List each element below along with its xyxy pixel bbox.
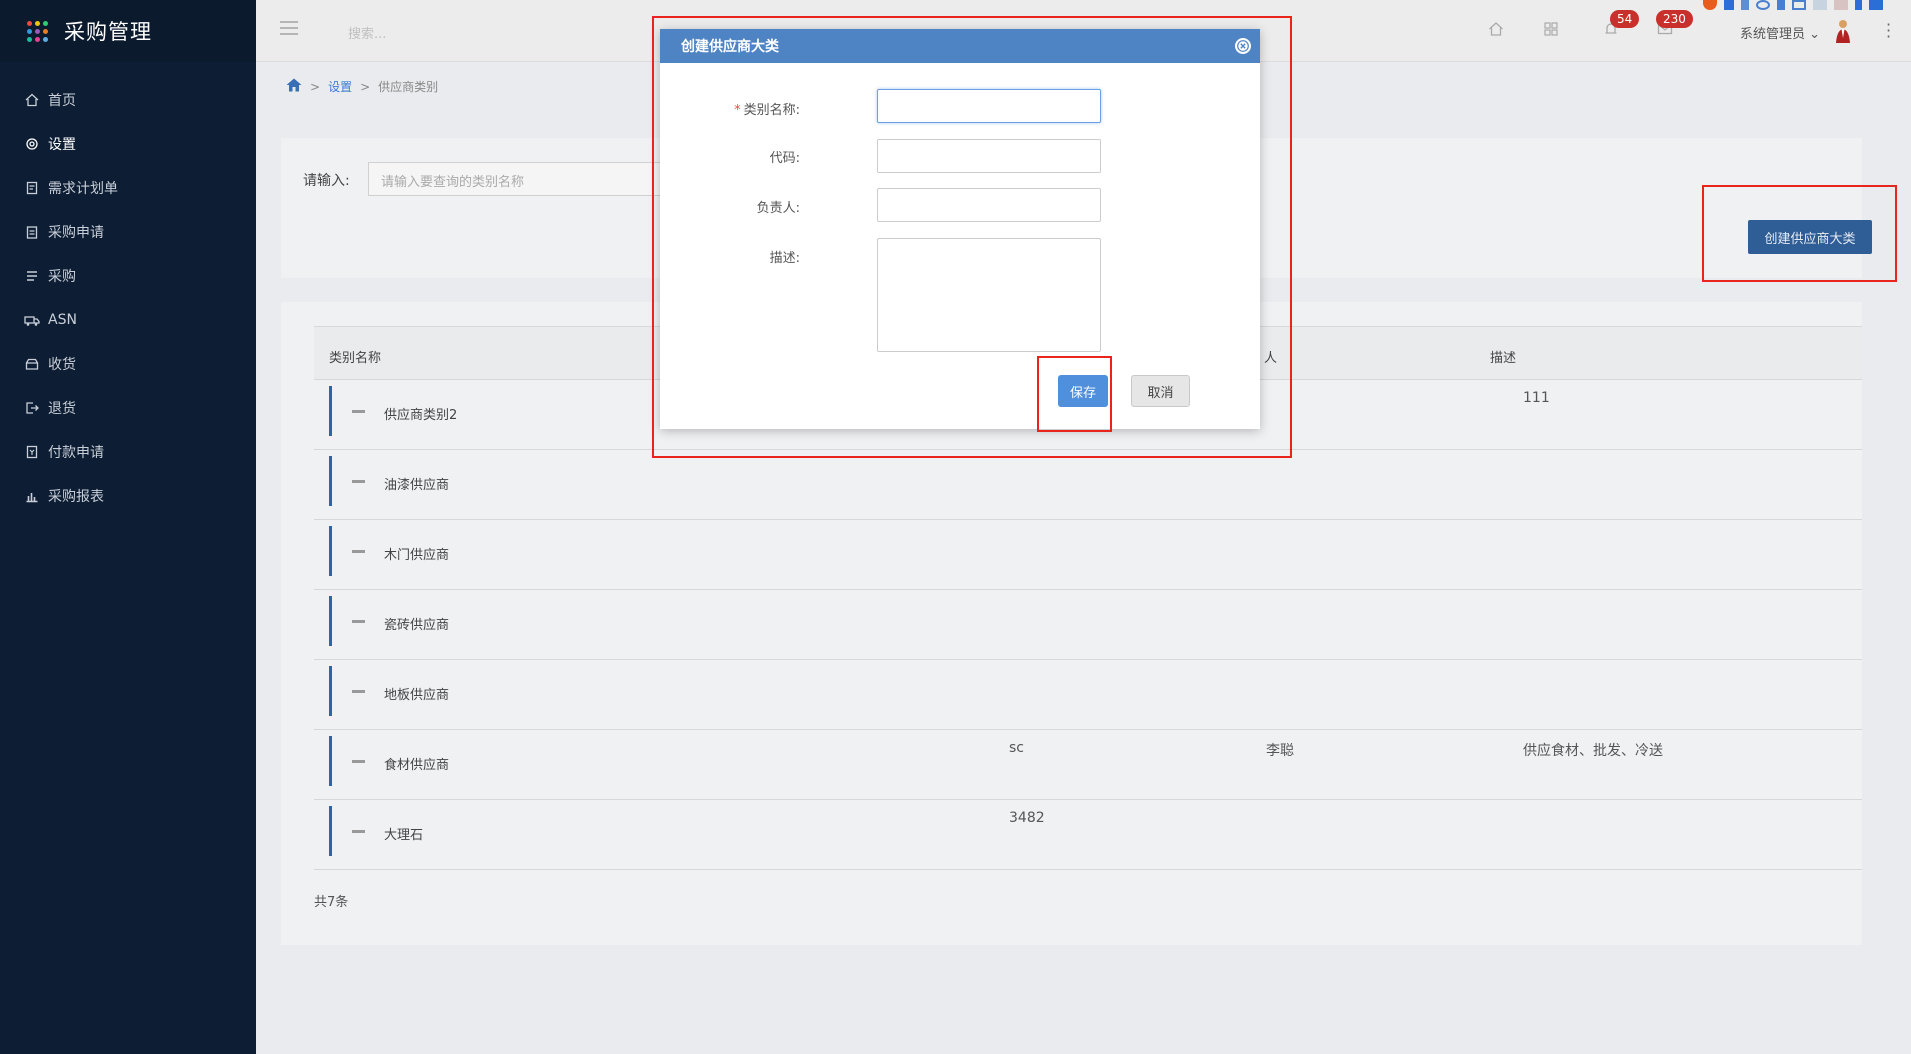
collapse-icon[interactable] — [352, 690, 365, 693]
messages-badge: 230 — [1656, 10, 1693, 28]
table-row[interactable]: 瓷砖供应商 — [314, 590, 1862, 660]
global-search-input[interactable]: 搜索... — [348, 23, 386, 42]
truck-icon — [24, 312, 40, 328]
cloud-icon — [1813, 0, 1827, 10]
column-header-desc: 描述 — [1490, 351, 1517, 366]
sidebar-item-purchase-report[interactable]: 采购报表 — [0, 474, 256, 518]
category-name: 大理石 — [384, 828, 424, 843]
sidebar-item-label: ASN — [48, 312, 77, 328]
bar-chart-icon — [24, 488, 40, 504]
home-icon — [24, 92, 40, 108]
category-code: sc — [1009, 740, 1024, 756]
breadcrumb-current: 供应商类别 — [378, 80, 439, 94]
category-name: 地板供应商 — [384, 688, 450, 703]
sidebar-item-settings[interactable]: 设置 — [0, 122, 256, 166]
sidebar-item-label: 首页 — [48, 93, 76, 109]
table-row[interactable]: 地板供应商 — [314, 660, 1862, 730]
sidebar-item-demand-plan[interactable]: 需求计划单 — [0, 166, 256, 210]
table-row[interactable]: 油漆供应商 — [314, 450, 1862, 520]
column-header-name: 类别名称 — [329, 351, 382, 366]
create-button-highlight-box — [1702, 185, 1897, 282]
inbox-icon — [24, 356, 40, 372]
sidebar-item-label: 采购 — [48, 269, 76, 285]
home-icon[interactable] — [1488, 21, 1506, 39]
battery-icon — [1855, 0, 1862, 10]
total-count: 共7条 — [314, 895, 349, 910]
windows-icon — [1869, 0, 1883, 10]
gear-icon — [24, 136, 40, 152]
category-name: 食材供应商 — [384, 758, 450, 773]
user-menu[interactable]: 系统管理员 ⌄ — [1740, 23, 1820, 42]
collapse-icon[interactable] — [352, 760, 365, 763]
sidebar-item-label: 收货 — [48, 357, 76, 373]
shirt-icon — [1834, 0, 1848, 10]
sidebar-item-purchase[interactable]: 采购 — [0, 254, 256, 298]
filter-label: 请输入: — [303, 173, 350, 189]
mic-icon — [1777, 0, 1785, 10]
table-row[interactable]: 大理石 3482 — [314, 800, 1862, 870]
category-person: 李聪 — [1266, 743, 1294, 759]
collapse-icon[interactable] — [352, 410, 365, 413]
grid-icon[interactable] — [1543, 21, 1561, 39]
exit-icon — [24, 400, 40, 416]
sidebar-item-returns[interactable]: 退货 — [0, 386, 256, 430]
sidebar-item-label: 付款申请 — [48, 445, 104, 461]
collapse-icon[interactable] — [352, 620, 365, 623]
breadcrumb: > 设置 > 供应商类别 — [286, 78, 438, 95]
emoji-icon — [1756, 0, 1770, 10]
home-icon[interactable] — [286, 78, 302, 95]
menu-toggle-icon[interactable] — [280, 21, 298, 39]
category-code: 3482 — [1009, 810, 1045, 826]
sidebar-item-home[interactable]: 首页 — [0, 78, 256, 122]
collapse-icon[interactable] — [352, 830, 365, 833]
language-icon — [1724, 0, 1734, 10]
sidebar-item-receiving[interactable]: 收货 — [0, 342, 256, 386]
list-icon — [24, 268, 40, 284]
table-row[interactable]: 食材供应商 sc 李聪 供应食材、批发、冷送 — [314, 730, 1862, 800]
payment-icon — [24, 444, 40, 460]
category-desc: 供应食材、批发、冷送 — [1523, 743, 1663, 759]
keyboard-icon — [1792, 0, 1806, 10]
system-tray — [1703, 0, 1883, 12]
category-desc: 111 — [1523, 390, 1550, 406]
notifications-badge: 54 — [1610, 10, 1640, 28]
clipboard-icon — [24, 224, 40, 240]
collapse-icon[interactable] — [352, 480, 365, 483]
sidebar-item-payment-request[interactable]: 付款申请 — [0, 430, 256, 474]
table-row[interactable]: 木门供应商 — [314, 520, 1862, 590]
sidebar-item-label: 退货 — [48, 401, 76, 417]
category-name: 木门供应商 — [384, 548, 450, 563]
chevron-down-icon: ⌄ — [1809, 27, 1821, 42]
ime-icon — [1703, 0, 1717, 10]
sidebar-item-asn[interactable]: ASN — [0, 298, 256, 342]
sidebar: 采购管理 首页 设置 需求计划单 采购申请 采购 ASN 收货 退货 付款申请 … — [0, 0, 256, 1054]
sidebar-item-purchase-request[interactable]: 采购申请 — [0, 210, 256, 254]
moon-icon — [1741, 0, 1749, 10]
app-title: 采购管理 — [64, 20, 152, 44]
sidebar-item-label: 设置 — [48, 137, 76, 153]
category-name: 供应商类别2 — [384, 408, 458, 423]
collapse-icon[interactable] — [352, 550, 365, 553]
save-highlight-box — [1037, 356, 1112, 432]
dialog-highlight-box — [652, 16, 1292, 458]
avatar[interactable] — [1835, 18, 1851, 44]
sidebar-nav: 首页 设置 需求计划单 采购申请 采购 ASN 收货 退货 付款申请 采购报表 — [0, 78, 256, 518]
breadcrumb-settings-link[interactable]: 设置 — [328, 78, 352, 95]
apps-grid-icon[interactable] — [27, 20, 48, 42]
sidebar-item-label: 采购报表 — [48, 489, 104, 505]
app-logo: 采购管理 — [0, 0, 256, 62]
sidebar-item-label: 需求计划单 — [48, 181, 118, 197]
category-name: 油漆供应商 — [384, 478, 450, 493]
more-options-icon[interactable]: · · · — [1886, 17, 1891, 45]
document-icon — [24, 180, 40, 196]
category-name: 瓷砖供应商 — [384, 618, 450, 633]
user-name: 系统管理员 — [1740, 27, 1806, 42]
sidebar-item-label: 采购申请 — [48, 225, 104, 241]
